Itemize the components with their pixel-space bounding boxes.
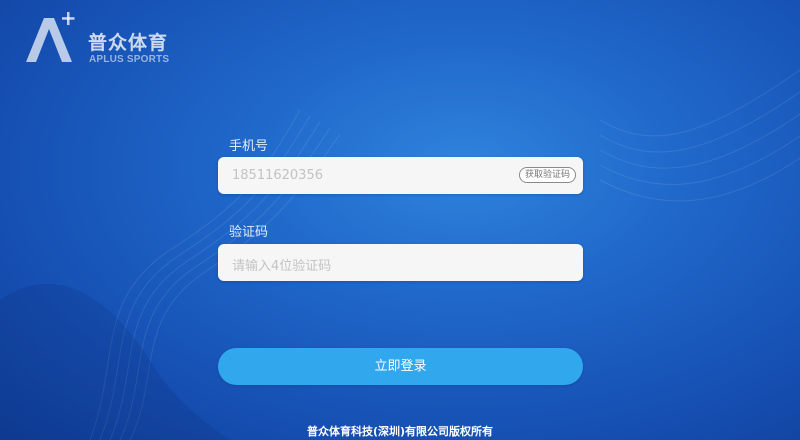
brand-name-en: APLUS SPORTS (89, 54, 170, 65)
a-plus-logo-icon (26, 12, 75, 62)
login-screen: 普众体育 APLUS SPORTS 手机号 18511620356 获取验证码 … (0, 0, 800, 440)
verification-code-placeholder: 请输入4位验证码 (232, 259, 332, 274)
get-verification-code-button[interactable]: 获取验证码 (518, 167, 576, 183)
phone-input-value: 18511620356 (232, 168, 323, 183)
copyright-footer: 普众体育科技(深圳)有限公司版权所有 (306, 425, 494, 438)
brand-name-cn: 普众体育 (88, 32, 169, 54)
brand-logo: 普众体育 APLUS SPORTS (22, 12, 192, 72)
code-label: 验证码 (229, 225, 269, 240)
verification-code-input[interactable]: 请输入4位验证码 (218, 244, 583, 281)
phone-input[interactable]: 18511620356 获取验证码 (218, 157, 583, 194)
phone-label: 手机号 (229, 139, 269, 154)
login-button[interactable]: 立即登录 (218, 348, 583, 385)
